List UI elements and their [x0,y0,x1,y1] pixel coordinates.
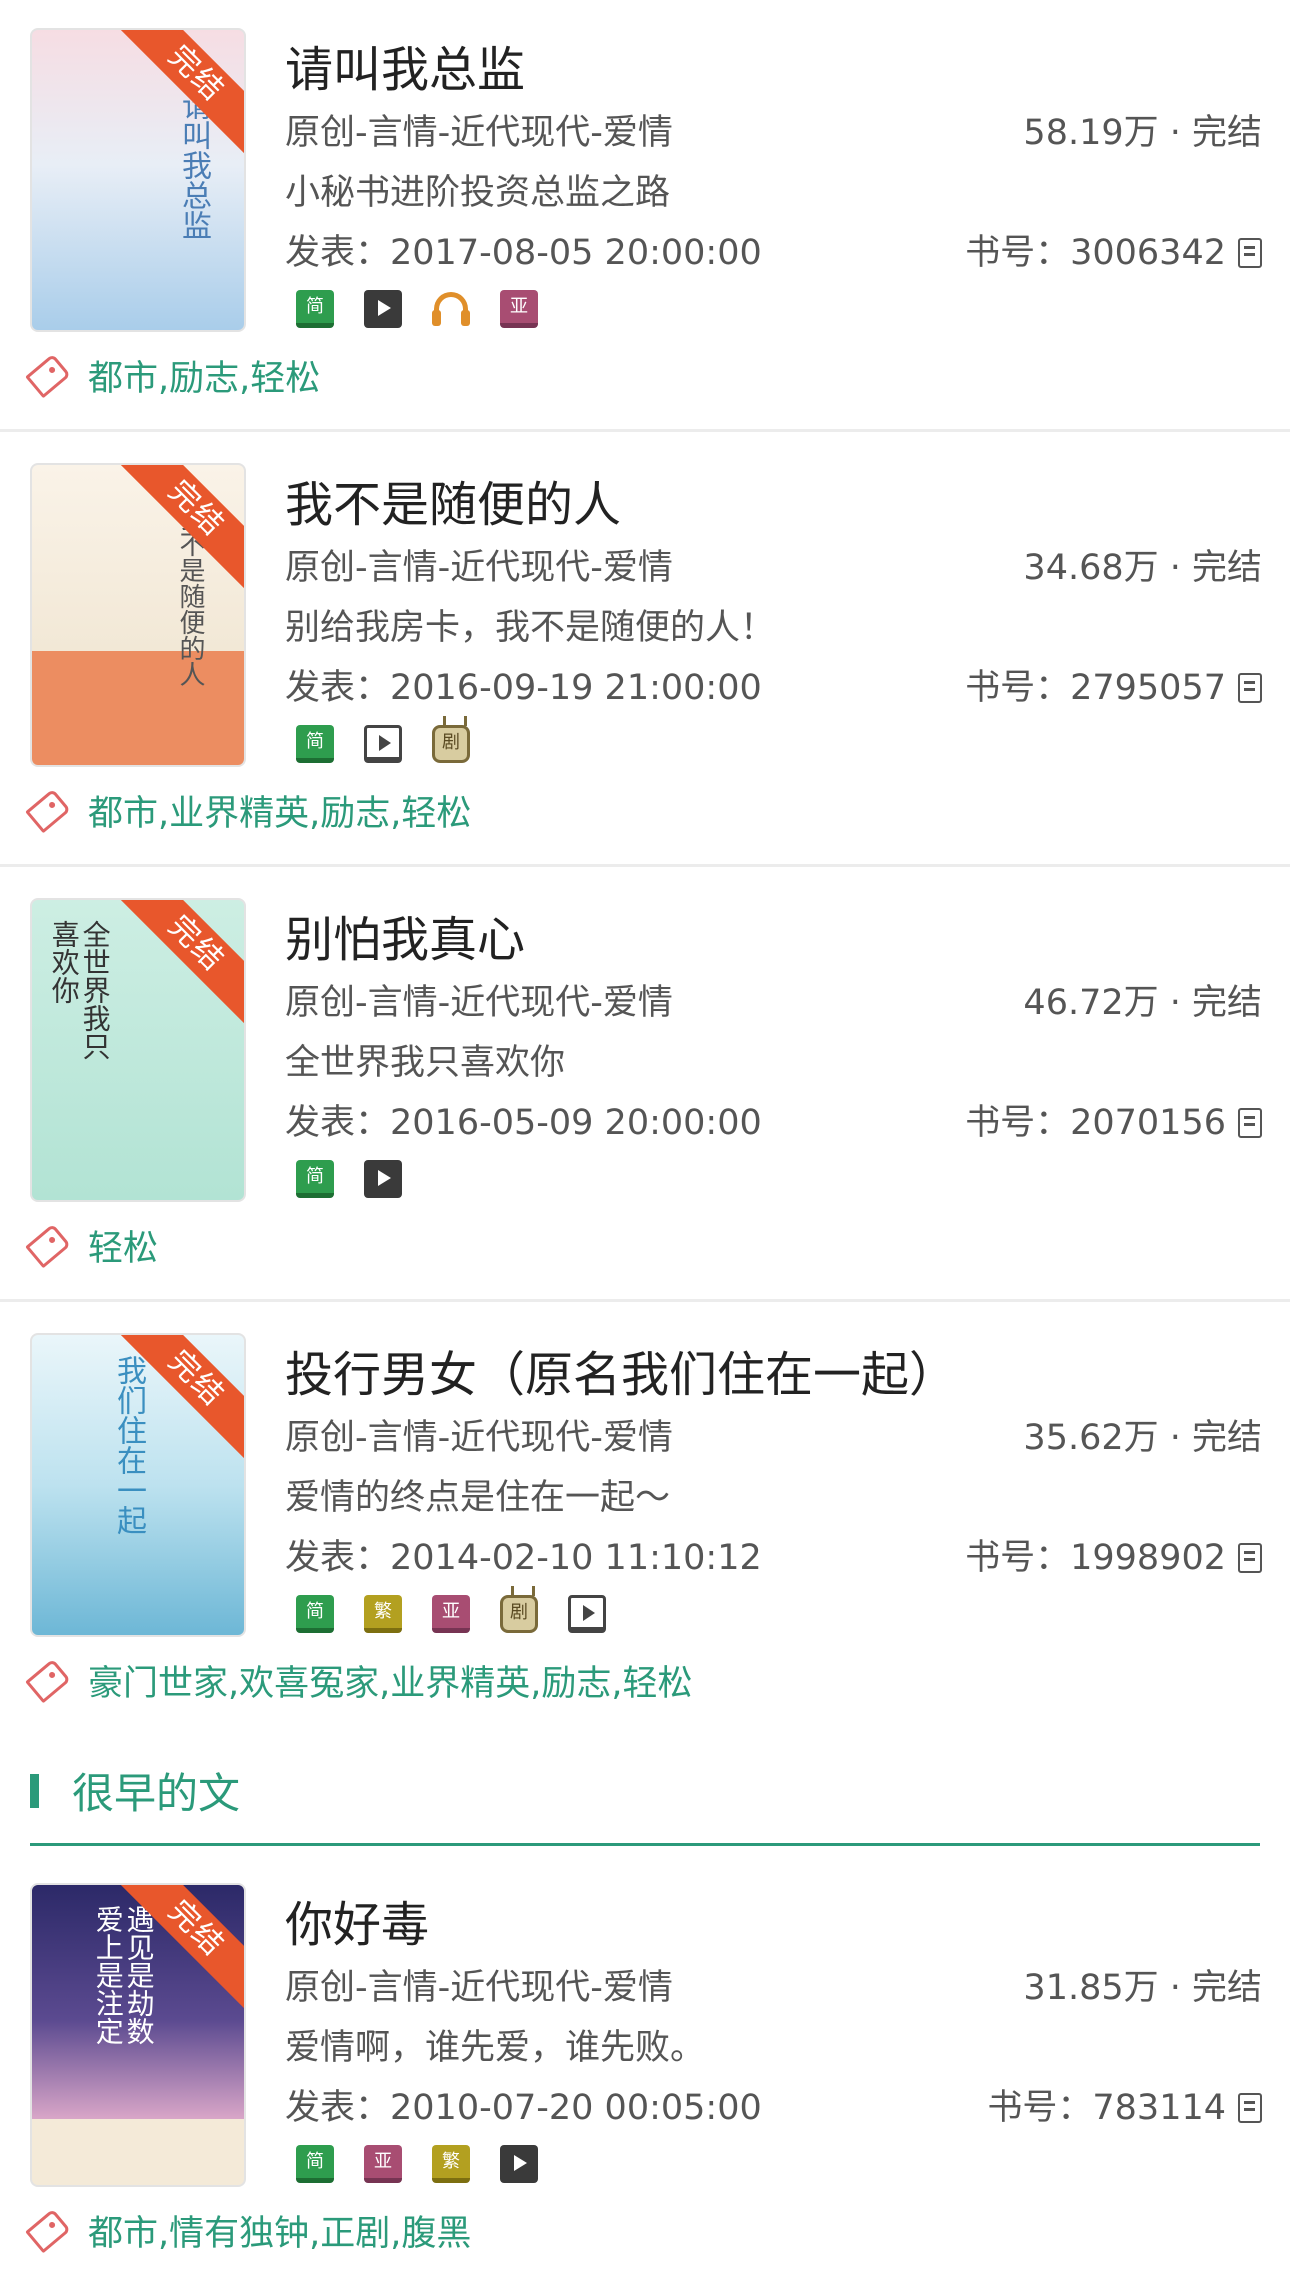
section-header: 很早的文 [30,1760,1260,1846]
format-badges: 简亚 [296,290,568,334]
video-icon[interactable] [364,1160,402,1198]
divider [0,864,1290,867]
book-item[interactable]: 遇见是劫数 爱上是注定 完结 你好毒 原创-言情-近代现代-爱情 31.85万 … [0,1855,1290,2290]
book-genre: 原创-言情-近代现代-爱情 [285,548,673,588]
copy-icon[interactable] [1238,2093,1262,2123]
book-genre: 原创-言情-近代现代-爱情 [285,113,673,153]
drama-tv-icon[interactable]: 剧 [432,725,470,763]
book-number[interactable]: 书号：2795057 [965,659,1262,710]
traditional-badge-icon[interactable]: 繁 [432,2145,470,2183]
copy-icon[interactable] [1238,673,1262,703]
book-item[interactable]: 全世界我只喜欢你 完结 别怕我真心 原创-言情-近代现代-爱情 46.72万 ·… [0,870,1290,1302]
word-count-status: 35.62万 · 完结 [1023,1418,1262,1458]
book-cover[interactable]: 请叫我总监 完结 [30,28,246,332]
tag-icon [25,1658,71,1704]
asia-edition-badge-icon[interactable]: 亚 [432,1595,470,1633]
asia-edition-badge-icon[interactable]: 亚 [500,290,538,328]
book-genre: 原创-言情-近代现代-爱情 [285,1418,673,1458]
book-intro: 全世界我只喜欢你 [285,1043,566,1083]
book-intro: 小秘书进阶投资总监之路 [285,173,671,213]
video-icon[interactable] [364,290,402,328]
tag-icon [25,788,71,834]
publish-date: 发表：2014-02-10 11:10:12 [285,1538,762,1578]
publish-date: 发表：2016-09-19 21:00:00 [285,668,762,708]
traditional-badge-icon[interactable]: 繁 [364,1595,402,1633]
book-tags: 都市,情有独钟,正剧,腹黑 [25,2205,471,2256]
book-cover[interactable]: 全世界我只喜欢你 完结 [30,898,246,1202]
book-tags: 都市,励志,轻松 [25,350,320,401]
simplified-badge-icon[interactable]: 简 [296,2145,334,2183]
book-tags: 轻松 [25,1220,158,1271]
book-item[interactable]: 请叫我总监 完结 请叫我总监 原创-言情-近代现代-爱情 58.19万 · 完结… [0,0,1290,432]
format-badges: 简亚繁 [296,2145,568,2189]
book-number[interactable]: 书号：1998902 [965,1529,1262,1580]
section-title: 很早的文 [72,1769,241,1818]
book-title[interactable]: 请叫我总监 [285,30,525,100]
divider [0,1299,1290,1302]
video-icon[interactable] [500,2145,538,2183]
book-tags: 都市,业界精英,励志,轻松 [25,785,471,836]
word-count-status: 58.19万 · 完结 [1023,113,1262,153]
cover-title: 全世界我只喜欢你 [47,920,112,1060]
publish-date: 发表：2017-08-05 20:00:00 [285,233,762,273]
publish-date: 发表：2016-05-09 20:00:00 [285,1103,762,1143]
copy-icon[interactable] [1238,1543,1262,1573]
book-title[interactable]: 别怕我真心 [285,900,525,970]
publish-date: 发表：2010-07-20 00:05:00 [285,2088,762,2128]
book-title[interactable]: 我不是随便的人 [285,465,621,535]
simplified-badge-icon[interactable]: 简 [296,1160,334,1198]
status-ribbon: 完结 [109,900,244,1031]
word-count-status: 31.85万 · 完结 [1023,1968,1262,2008]
play-icon[interactable] [568,1595,606,1633]
copy-icon[interactable] [1238,238,1262,268]
cover-title: 我们住在一起 [111,1355,146,1535]
book-number[interactable]: 书号：783114 [987,2079,1262,2130]
simplified-badge-icon[interactable]: 简 [296,1595,334,1633]
book-cover[interactable]: 我不是随便的人 完结 [30,463,246,767]
drama-tv-icon[interactable]: 剧 [500,1595,538,1633]
book-intro: 别给我房卡，我不是随便的人！ [285,608,776,648]
book-number[interactable]: 书号：3006342 [965,224,1262,275]
section-underline [30,1843,1260,1846]
divider [0,429,1290,432]
book-item[interactable]: 我不是随便的人 完结 我不是随便的人 原创-言情-近代现代-爱情 34.68万 … [0,435,1290,867]
book-intro: 爱情啊，谁先爱，谁先败。 [285,2028,706,2068]
format-badges: 简剧 [296,725,500,769]
book-genre: 原创-言情-近代现代-爱情 [285,983,673,1023]
headphones-icon[interactable] [432,290,470,328]
section-accent-bar [30,1774,39,1808]
tag-icon [25,1223,71,1269]
book-cover[interactable]: 遇见是劫数 爱上是注定 完结 [30,1883,246,2187]
book-number[interactable]: 书号：2070156 [965,1094,1262,1145]
format-badges: 简 [296,1160,432,1204]
play-icon[interactable] [364,725,402,763]
book-cover[interactable]: 我们住在一起 完结 [30,1333,246,1637]
book-tags: 豪门世家,欢喜冤家,业界精英,励志,轻松 [25,1655,693,1706]
book-intro: 爱情的终点是住在一起～ [285,1478,671,1518]
word-count-status: 46.72万 · 完结 [1023,983,1262,1023]
book-title[interactable]: 你好毒 [285,1885,429,1955]
asia-edition-badge-icon[interactable]: 亚 [364,2145,402,2183]
word-count-status: 34.68万 · 完结 [1023,548,1262,588]
book-item[interactable]: 我们住在一起 完结 投行男女（原名我们住在一起） 原创-言情-近代现代-爱情 3… [0,1305,1290,1745]
simplified-badge-icon[interactable]: 简 [296,290,334,328]
book-genre: 原创-言情-近代现代-爱情 [285,1968,673,2008]
copy-icon[interactable] [1238,1108,1262,1138]
format-badges: 简繁亚剧 [296,1595,636,1639]
simplified-badge-icon[interactable]: 简 [296,725,334,763]
book-title[interactable]: 投行男女（原名我们住在一起） [285,1335,957,1405]
tag-icon [25,2208,71,2254]
tag-icon [25,353,71,399]
cover-title: 遇见是劫数 爱上是注定 [91,1905,156,2045]
